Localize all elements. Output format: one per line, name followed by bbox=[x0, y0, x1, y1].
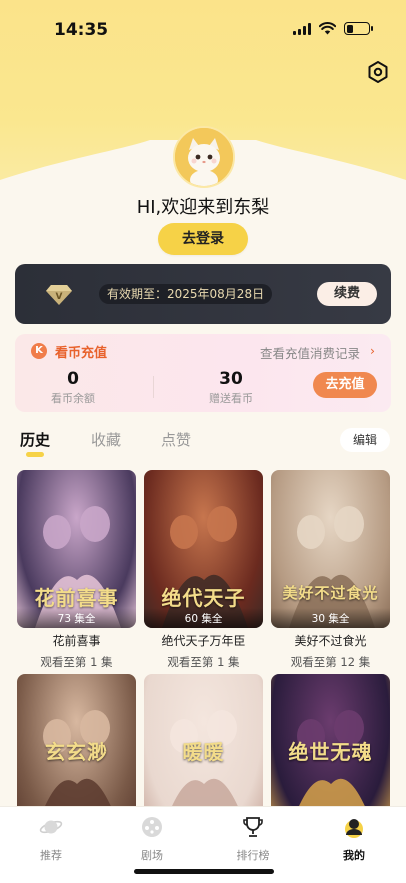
drama-title: 花前喜事 bbox=[52, 634, 101, 648]
tabbar-item-mine[interactable]: 我的 bbox=[324, 815, 384, 863]
gift-coins-label: 赠送看币 bbox=[209, 392, 253, 405]
login-button[interactable]: 去登录 bbox=[158, 223, 248, 255]
svg-text:V: V bbox=[56, 292, 63, 302]
tab-active-indicator bbox=[26, 452, 44, 457]
episode-count: 30 集全 bbox=[271, 608, 390, 628]
episode-count: 73 集全 bbox=[17, 608, 136, 628]
poster-artwork bbox=[289, 506, 375, 628]
episode-count: 60 集全 bbox=[144, 608, 263, 628]
poster-calligraphy: 玄玄渺 bbox=[45, 740, 108, 764]
tab-likes[interactable]: 点赞 bbox=[161, 429, 191, 450]
vip-membership-card[interactable]: V 有效期至：2025年08月28日 续费 bbox=[15, 264, 391, 324]
profile-icon bbox=[345, 819, 363, 838]
poster-image[interactable]: 绝代天子 60 集全 bbox=[144, 470, 263, 628]
coin-balance: 0 看币余额 bbox=[33, 369, 113, 406]
chevron-right-icon: › bbox=[370, 343, 375, 358]
tab-history[interactable]: 历史 bbox=[20, 429, 50, 450]
film-reel-icon bbox=[142, 817, 162, 837]
tabbar-item-ranking[interactable]: 排行榜 bbox=[223, 815, 283, 863]
poster-calligraphy: 花前喜事 bbox=[34, 586, 119, 610]
battery-icon bbox=[344, 22, 373, 35]
drama-title: 美好不过食光 bbox=[294, 634, 367, 648]
watch-progress: 观看至第 1 集 bbox=[167, 655, 240, 669]
history-card[interactable]: 绝代天子 60 集全绝代天子万年臣 观看至第 1 集 bbox=[144, 470, 263, 670]
tabbar-label: 我的 bbox=[343, 849, 365, 862]
home-indicator bbox=[134, 869, 274, 874]
cellular-signal-icon bbox=[293, 22, 311, 35]
watch-progress: 观看至第 12 集 bbox=[290, 655, 371, 669]
edit-button[interactable]: 编辑 bbox=[340, 428, 390, 452]
diamond-v-icon: V bbox=[46, 285, 72, 305]
recharge-button[interactable]: 去充值 bbox=[313, 372, 377, 398]
trophy-icon bbox=[243, 817, 263, 837]
history-card[interactable]: 花前喜事 73 集全 花前喜事 观看至第 1 集 bbox=[17, 470, 136, 670]
drama-title: 绝代天子万年臣 bbox=[161, 634, 246, 648]
poster-calligraphy: 暖暖 bbox=[182, 740, 225, 764]
tabbar-label: 推荐 bbox=[40, 849, 62, 862]
coin-balance-label: 看币余额 bbox=[51, 392, 95, 405]
tabbar-label: 剧场 bbox=[141, 849, 163, 862]
status-icons bbox=[293, 22, 373, 35]
poster-image[interactable]: 美好不过食光 30 集全 bbox=[271, 470, 390, 628]
cat-avatar-icon bbox=[175, 128, 233, 186]
poster-calligraphy: 绝世无魂 bbox=[288, 740, 373, 764]
watch-progress: 观看至第 1 集 bbox=[40, 655, 113, 669]
poster-image[interactable]: 花前喜事 73 集全 bbox=[17, 470, 136, 628]
recharge-records-label: 查看充值消费记录 bbox=[259, 346, 360, 361]
welcome-greeting: HI,欢迎来到东梨 bbox=[136, 197, 270, 218]
poster-calligraphy: 美好不过食光 bbox=[282, 584, 379, 602]
status-time: 14:35 bbox=[54, 20, 109, 40]
tabbar-label: 排行榜 bbox=[236, 849, 270, 862]
renew-button[interactable]: 续费 bbox=[317, 282, 377, 306]
status-bar: 14:35 bbox=[0, 0, 406, 56]
wifi-icon bbox=[319, 22, 336, 35]
vip-expiry-date: 有效期至：2025年08月28日 bbox=[99, 284, 273, 304]
coin-divider bbox=[153, 376, 154, 398]
tab-favorites[interactable]: 收藏 bbox=[91, 429, 121, 450]
history-card[interactable]: 美好不过食光 30 集全 美好不过食光 观看至第 12 集 bbox=[271, 470, 390, 670]
coin-recharge-title: 看币充值 bbox=[55, 346, 108, 361]
recharge-records-link[interactable]: 查看充值消费记录 › bbox=[260, 343, 375, 362]
gift-coins: 30 赠送看币 bbox=[191, 369, 271, 406]
gift-coins-value: 30 bbox=[219, 369, 243, 389]
planet-icon bbox=[39, 820, 63, 834]
coin-recharge-card: K 看币充值 查看充值消费记录 › 0 看币余额 30 赠送看币 去充值 bbox=[15, 334, 391, 412]
coin-balance-value: 0 bbox=[67, 369, 79, 389]
avatar[interactable] bbox=[173, 126, 235, 188]
coin-k-icon: K bbox=[31, 343, 47, 359]
poster-calligraphy: 绝代天子 bbox=[161, 586, 246, 610]
settings-hexagon-icon[interactable] bbox=[366, 60, 390, 84]
tabbar-item-recommend[interactable]: 推荐 bbox=[21, 815, 81, 863]
tabbar-item-theater[interactable]: 剧场 bbox=[122, 815, 182, 863]
